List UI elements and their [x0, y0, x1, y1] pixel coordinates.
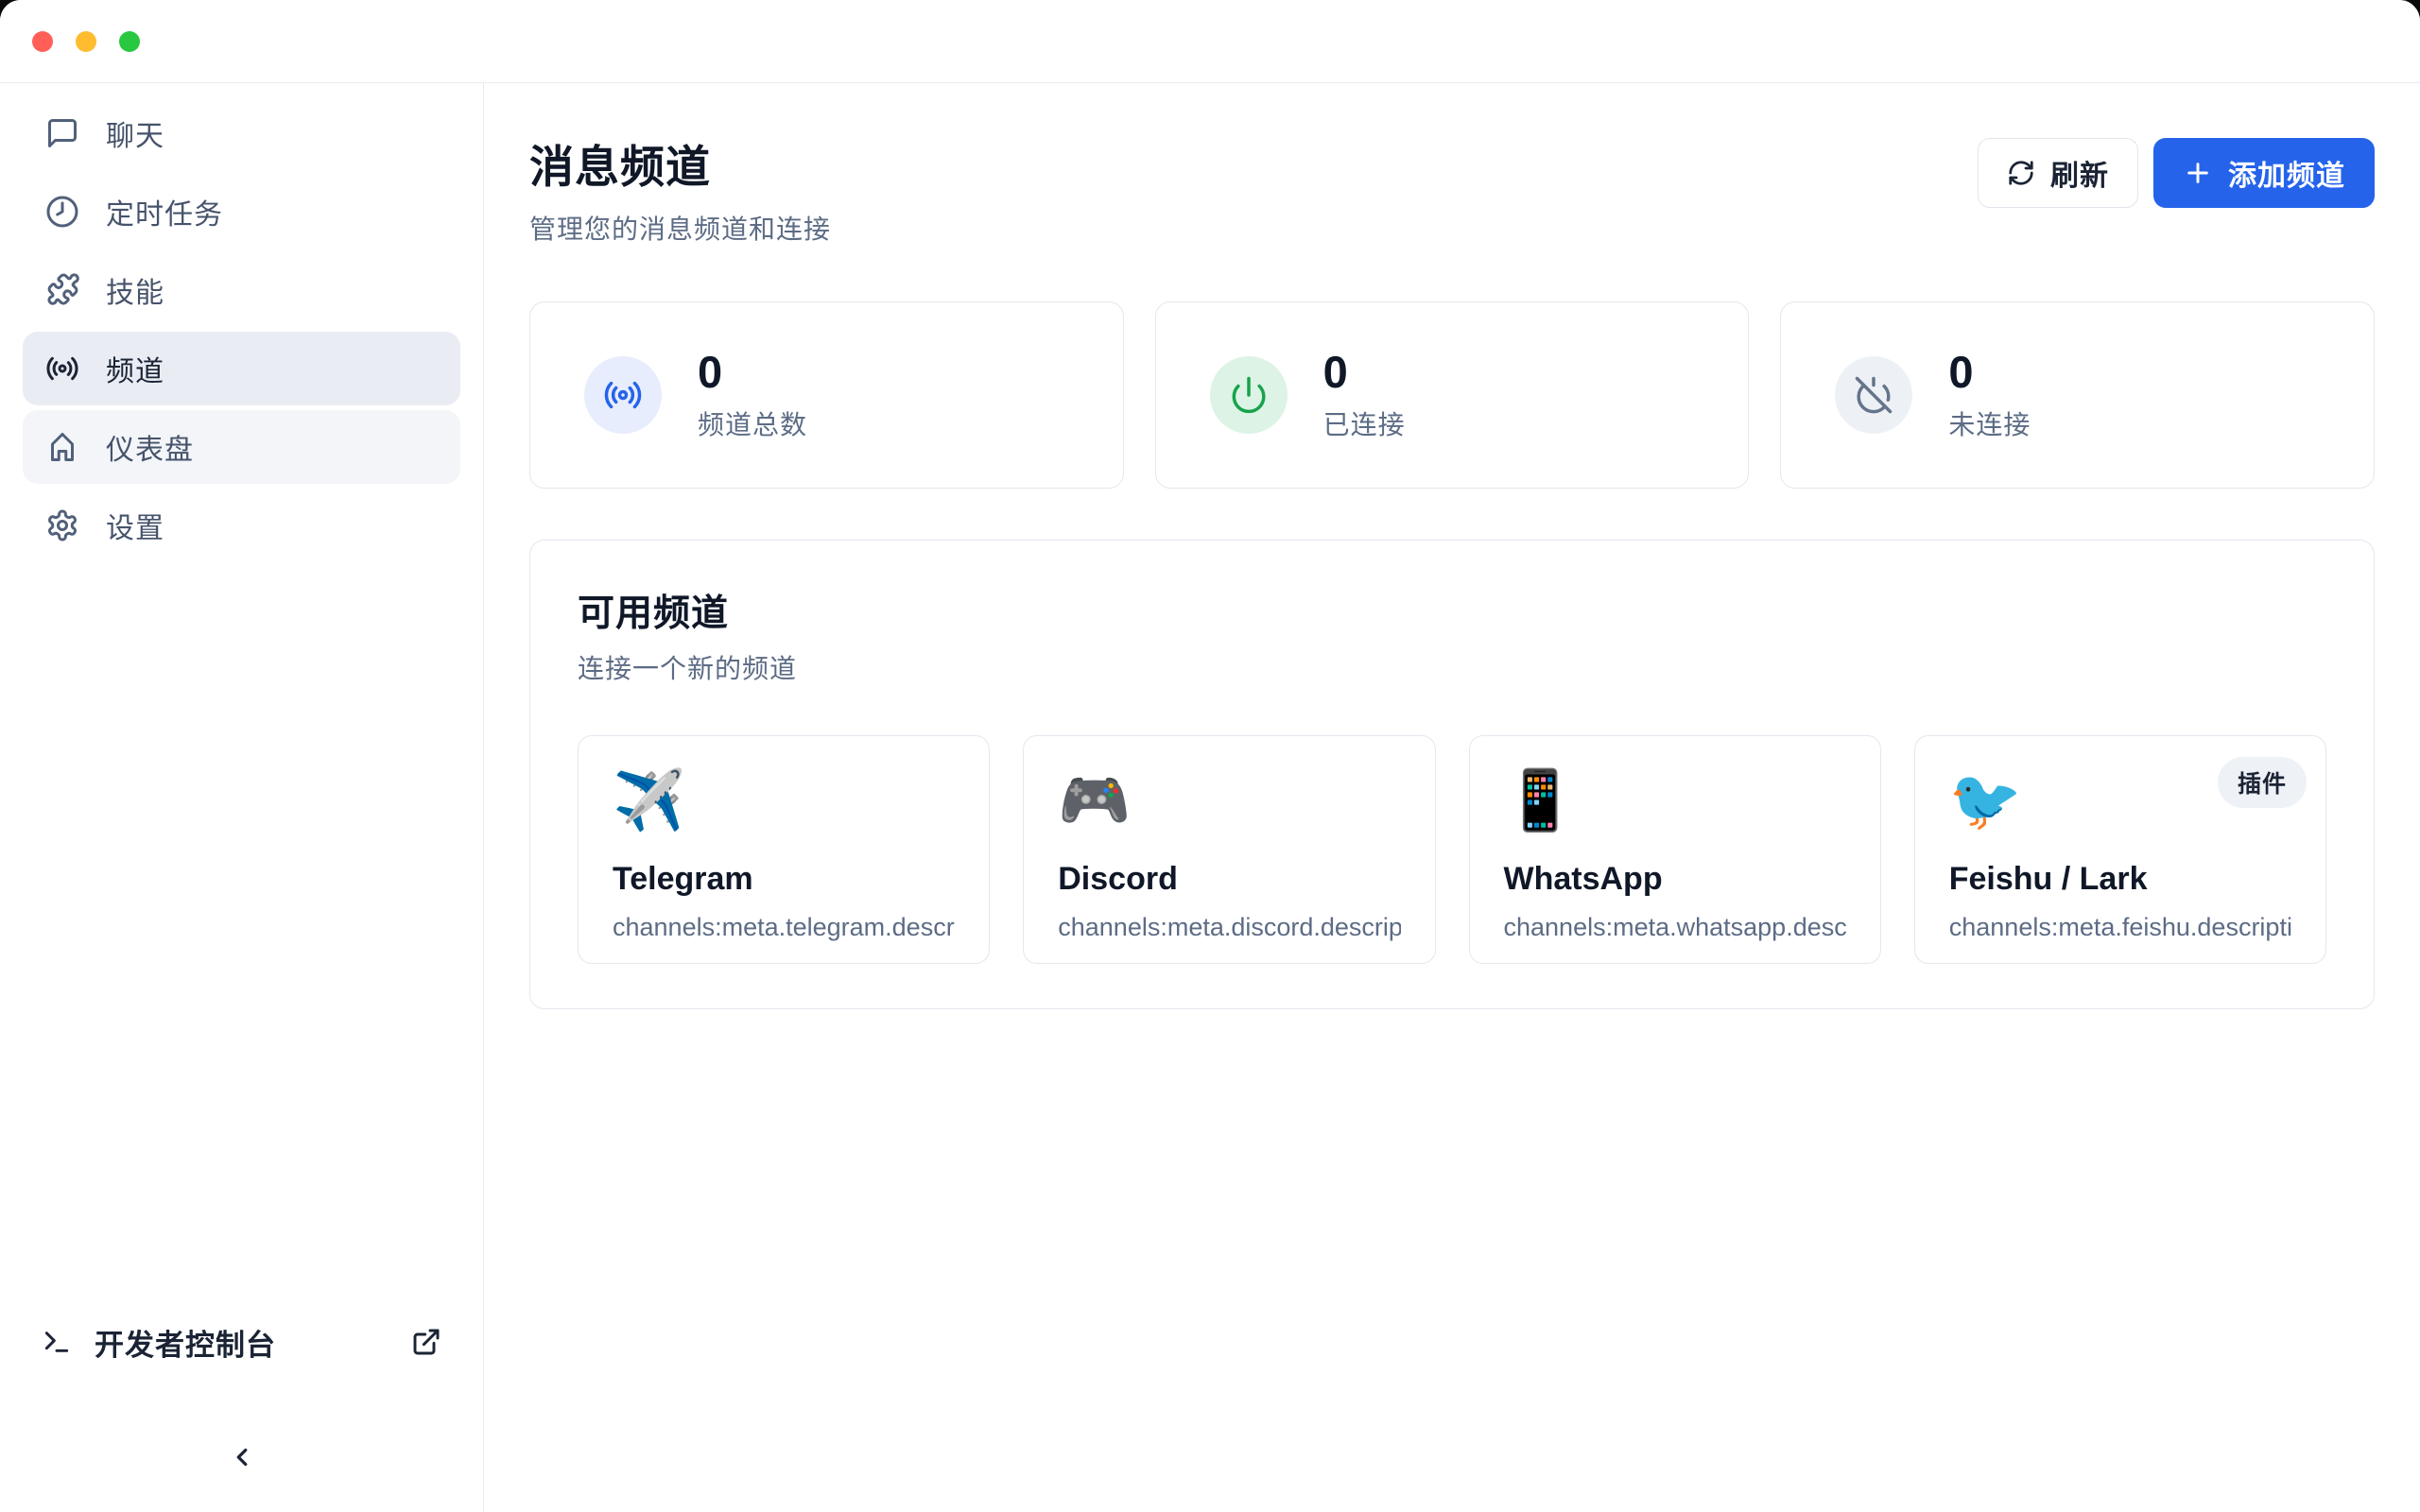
- channel-card-whatsapp[interactable]: 📱 WhatsApp channels:meta.whatsapp.descri…: [1469, 735, 1881, 964]
- power-off-icon: [1835, 356, 1912, 434]
- terminal-icon: [42, 1327, 72, 1357]
- section-subtitle: 连接一个新的频道: [578, 648, 2326, 686]
- stat-value: 0: [698, 348, 807, 397]
- main-content: 消息频道 管理您的消息频道和连接 刷新 添加频道: [484, 83, 2420, 1512]
- home-icon: [45, 430, 79, 464]
- stat-value: 0: [1948, 348, 2031, 397]
- sidebar-item-label: 聊天: [106, 112, 164, 154]
- stat-label: 频道总数: [698, 404, 807, 442]
- app-window: 聊天 定时任务 技能 频道 仪表盘: [0, 0, 2420, 1512]
- airplane-emoji-icon: ✈️: [613, 766, 955, 836]
- refresh-icon: [2007, 159, 2035, 187]
- channel-card-discord[interactable]: 🎮 Discord channels:meta.discord.descript…: [1023, 735, 1435, 964]
- zoom-button[interactable]: [119, 31, 140, 52]
- minimize-button[interactable]: [76, 31, 96, 52]
- sidebar-nav: 聊天 定时任务 技能 频道 仪表盘: [0, 96, 483, 562]
- page-header: 消息频道 管理您的消息频道和连接 刷新 添加频道: [529, 130, 2375, 247]
- chevron-left-icon: [228, 1443, 256, 1471]
- sidebar-collapse-button[interactable]: [216, 1431, 268, 1484]
- refresh-button-label: 刷新: [2050, 152, 2109, 194]
- mobile-phone-emoji-icon: 📱: [1504, 766, 1846, 836]
- gear-icon: [45, 508, 79, 542]
- stat-value: 0: [1323, 348, 1406, 397]
- external-link-icon: [411, 1327, 441, 1357]
- channel-description: channels:meta.whatsapp.descrip: [1504, 913, 1846, 942]
- channel-card-telegram[interactable]: ✈️ Telegram channels:meta.telegram.descr…: [578, 735, 990, 964]
- channel-description: channels:meta.feishu.description: [1949, 913, 2291, 942]
- add-channel-button-label: 添加频道: [2228, 152, 2345, 194]
- power-icon: [1210, 356, 1288, 434]
- chat-bubble-icon: [45, 116, 79, 150]
- channel-name: Telegram: [613, 861, 955, 898]
- plugin-badge: 插件: [2218, 757, 2307, 808]
- page-title: 消息频道: [529, 130, 831, 196]
- stat-card-disconnected: 0 未连接: [1780, 301, 2375, 489]
- channel-grid: ✈️ Telegram channels:meta.telegram.descr…: [578, 735, 2326, 964]
- close-button[interactable]: [32, 31, 53, 52]
- sidebar-item-label: 技能: [106, 269, 164, 311]
- page-subtitle: 管理您的消息频道和连接: [529, 209, 831, 247]
- sidebar-item-label: 设置: [106, 505, 164, 546]
- gamepad-emoji-icon: 🎮: [1058, 766, 1400, 836]
- developer-console-link[interactable]: 开发者控制台: [0, 1312, 483, 1372]
- sidebar-item-settings[interactable]: 设置: [23, 489, 460, 562]
- sidebar-item-skills[interactable]: 技能: [23, 253, 460, 327]
- sidebar-item-label: 频道: [106, 348, 164, 389]
- stat-label: 已连接: [1323, 404, 1406, 442]
- clock-icon: [45, 195, 79, 229]
- stat-card-connected: 0 已连接: [1155, 301, 1750, 489]
- sidebar-item-label: 仪表盘: [106, 426, 194, 468]
- plus-icon: [2183, 158, 2213, 188]
- stat-card-total-channels: 0 频道总数: [529, 301, 1124, 489]
- sidebar-item-label: 定时任务: [106, 191, 223, 232]
- channel-description: channels:meta.discord.descriptio: [1058, 913, 1400, 942]
- broadcast-icon: [45, 352, 79, 386]
- refresh-button[interactable]: 刷新: [1978, 138, 2138, 208]
- channel-name: Discord: [1058, 861, 1400, 898]
- stat-label: 未连接: [1948, 404, 2031, 442]
- available-channels-section: 可用频道 连接一个新的频道 ✈️ Telegram channels:meta.…: [529, 540, 2375, 1009]
- add-channel-button[interactable]: 添加频道: [2153, 138, 2375, 208]
- puzzle-icon: [45, 273, 79, 307]
- channel-card-feishu[interactable]: 插件 🐦 Feishu / Lark channels:meta.feishu.…: [1914, 735, 2326, 964]
- titlebar: [0, 0, 2420, 83]
- traffic-lights: [32, 31, 140, 52]
- sidebar: 聊天 定时任务 技能 频道 仪表盘: [0, 83, 484, 1512]
- sidebar-item-channels[interactable]: 频道: [23, 332, 460, 405]
- sidebar-item-scheduled-tasks[interactable]: 定时任务: [23, 175, 460, 249]
- channel-name: WhatsApp: [1504, 861, 1846, 898]
- channel-description: channels:meta.telegram.descript: [613, 913, 955, 942]
- sidebar-item-chat[interactable]: 聊天: [23, 96, 460, 170]
- section-title: 可用频道: [578, 584, 2326, 637]
- broadcast-icon: [584, 356, 662, 434]
- stats-row: 0 频道总数 0 已连接: [529, 301, 2375, 489]
- channel-name: Feishu / Lark: [1949, 861, 2291, 898]
- developer-console-label: 开发者控制台: [95, 1321, 389, 1364]
- sidebar-item-dashboard[interactable]: 仪表盘: [23, 410, 460, 484]
- sidebar-footer: 开发者控制台: [0, 1312, 483, 1512]
